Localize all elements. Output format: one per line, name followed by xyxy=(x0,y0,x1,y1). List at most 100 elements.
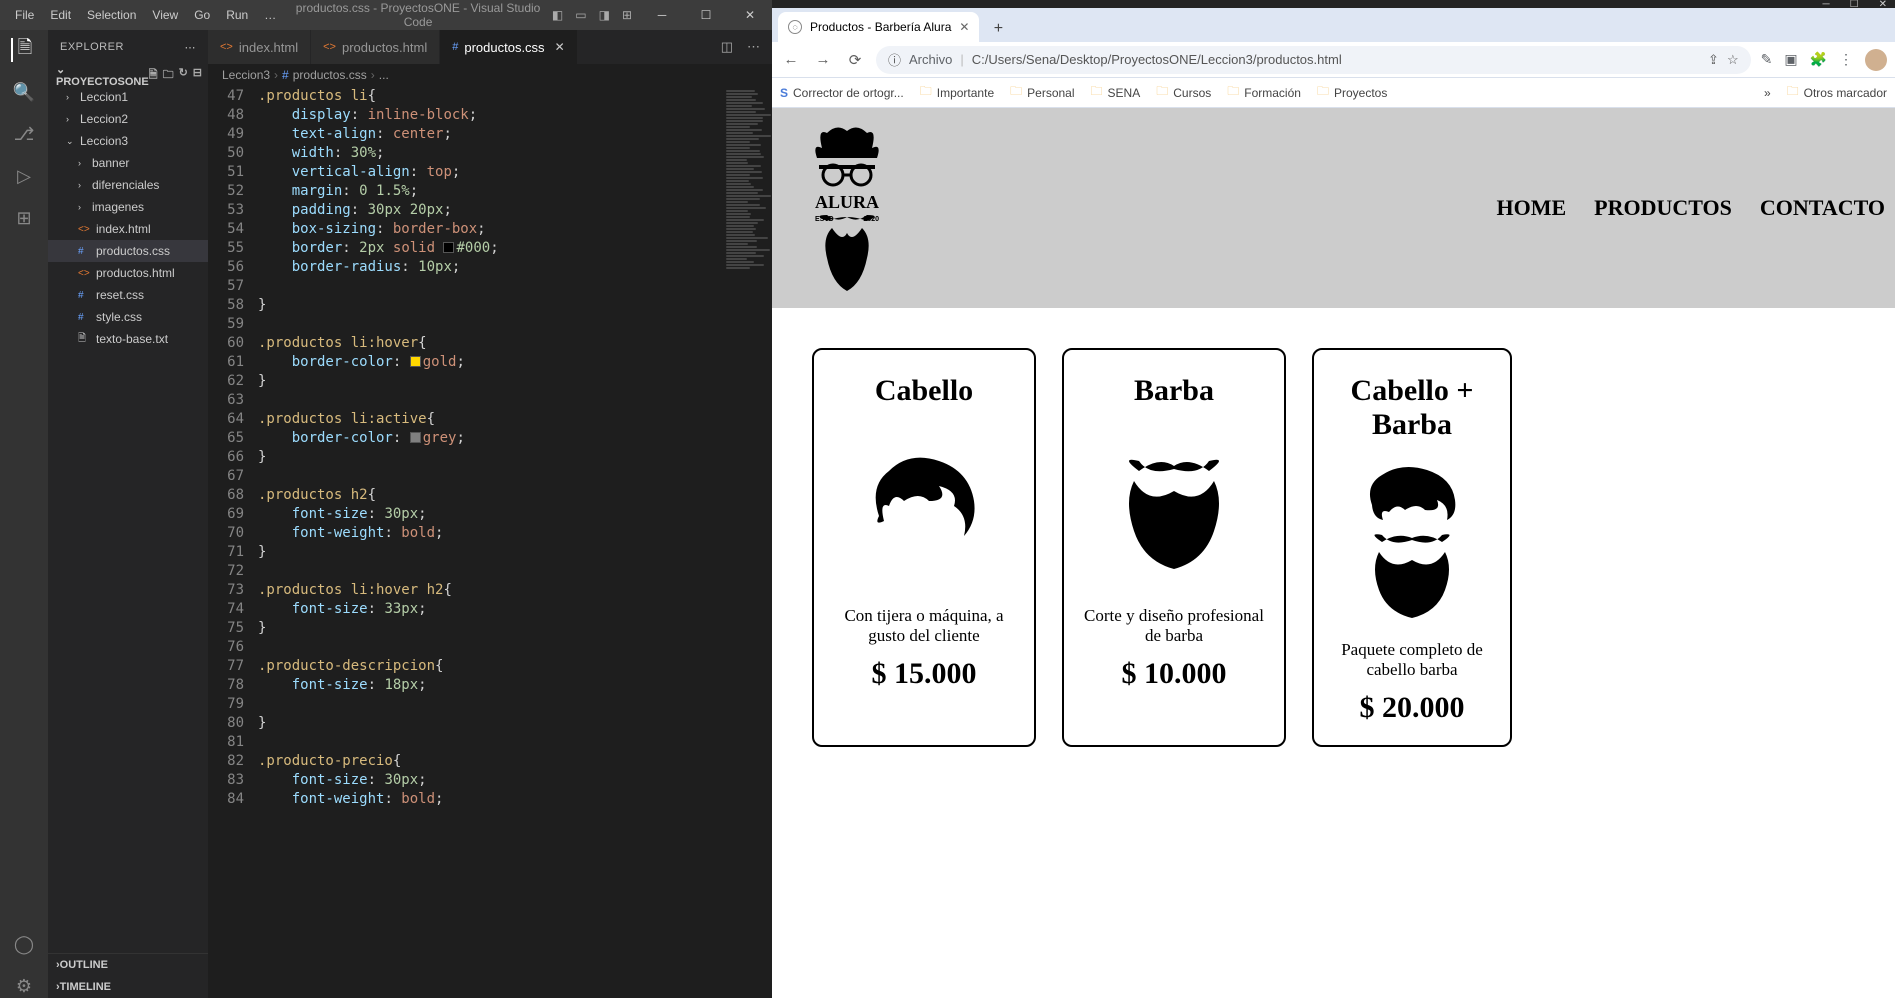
line-gutter: 4748495051525354555657585960616263646566… xyxy=(208,86,258,998)
product-image xyxy=(828,426,1020,586)
product-price: $ 15.000 xyxy=(828,657,1020,691)
folder-imagenes[interactable]: ›imagenes xyxy=(48,196,208,218)
profile-avatar[interactable] xyxy=(1865,49,1887,71)
layout-icon[interactable]: ◨ xyxy=(599,8,610,22)
browser-tabs: ◌ Productos - Barbería Alura ✕ + xyxy=(772,8,1895,42)
reload-button[interactable]: ⟳ xyxy=(844,51,866,69)
nav-menu: HOME PRODUCTOS CONTACTO xyxy=(1497,195,1886,221)
file-style[interactable]: #style.css xyxy=(48,306,208,328)
new-tab-button[interactable]: + xyxy=(985,16,1011,42)
layout-controls: ◧ ▭ ◨ ⊞ xyxy=(552,8,640,22)
folder-diferenciales[interactable]: ›diferenciales xyxy=(48,174,208,196)
menu-go[interactable]: Go xyxy=(187,4,217,26)
extensions-icon[interactable]: ⊞ xyxy=(12,206,36,230)
close-tab-icon[interactable]: ✕ xyxy=(555,40,565,54)
window-controls: ─ ☐ ✕ xyxy=(640,8,772,22)
menu-bar: File Edit Selection View Go Run … xyxy=(0,4,284,26)
menu-run[interactable]: Run xyxy=(219,4,255,26)
accounts-icon[interactable]: ◯ xyxy=(12,932,36,956)
layout-icon[interactable]: ◧ xyxy=(552,8,563,22)
address-bar[interactable]: ⓘ Archivo | C:/Users/Sena/Desktop/Proyec… xyxy=(876,46,1751,74)
file-productos-css[interactable]: #productos.css xyxy=(48,240,208,262)
bookmark-importante[interactable]: 🗀Importante xyxy=(920,82,994,103)
folder-leccion3[interactable]: ⌄Leccion3 xyxy=(48,130,208,152)
favicon-icon: ◌ xyxy=(788,20,802,34)
menu-selection[interactable]: Selection xyxy=(80,4,143,26)
back-button[interactable]: ← xyxy=(780,51,802,68)
menu-edit[interactable]: Edit xyxy=(43,4,78,26)
bookmark-corrector[interactable]: SCorrector de ortogr... xyxy=(780,86,904,100)
forward-button[interactable]: → xyxy=(812,51,834,68)
product-image xyxy=(1078,426,1270,586)
timeline-section[interactable]: › TIMELINE xyxy=(48,976,208,998)
browser-tab[interactable]: ◌ Productos - Barbería Alura ✕ xyxy=(778,12,979,42)
close-button[interactable]: ✕ xyxy=(728,8,772,22)
product-combo[interactable]: Cabello + Barba Paquete completo de cabe… xyxy=(1312,348,1512,747)
code-editor[interactable]: 4748495051525354555657585960616263646566… xyxy=(208,86,772,998)
tab-index[interactable]: <>index.html xyxy=(208,30,311,64)
chrome-menu-icon[interactable]: ⋮ xyxy=(1839,51,1853,68)
bookmarks-overflow-icon[interactable]: » xyxy=(1764,86,1771,100)
breadcrumb[interactable]: Leccion3› #productos.css› ... xyxy=(208,64,772,86)
file-productos-html[interactable]: <>productos.html xyxy=(48,262,208,284)
file-texto[interactable]: 🗎texto-base.txt xyxy=(48,328,208,350)
folder-leccion1[interactable]: ›Leccion1 xyxy=(48,86,208,108)
product-title: Cabello xyxy=(828,374,1020,408)
settings-icon[interactable]: ⚙ xyxy=(12,974,36,998)
split-editor-icon[interactable]: ◫ xyxy=(721,39,733,55)
nav-home[interactable]: HOME xyxy=(1497,195,1567,221)
file-index[interactable]: <>index.html xyxy=(48,218,208,240)
editor-tabs: <>index.html <>productos.html #productos… xyxy=(208,30,772,64)
extension-icon[interactable]: ✎ xyxy=(1761,51,1773,68)
close-tab-icon[interactable]: ✕ xyxy=(959,20,969,34)
tab-productos-html[interactable]: <>productos.html xyxy=(311,30,440,64)
browser-toolbar: ← → ⟳ ⓘ Archivo | C:/Users/Sena/Desktop/… xyxy=(772,42,1895,78)
explorer-more-icon[interactable]: ⋯ xyxy=(185,41,197,54)
menu-file[interactable]: File xyxy=(8,4,41,26)
info-icon[interactable]: ⓘ xyxy=(888,50,901,69)
bookmark-formacion[interactable]: 🗀Formación xyxy=(1227,82,1301,103)
minimap[interactable] xyxy=(722,86,772,998)
source-control-icon[interactable]: ⎇ xyxy=(12,122,36,146)
other-bookmarks[interactable]: 🗀Otros marcador xyxy=(1787,82,1887,103)
product-cabello[interactable]: Cabello Con tijera o máquina, a gusto de… xyxy=(812,348,1036,747)
menu-more[interactable]: … xyxy=(257,4,284,26)
maximize-button[interactable]: ☐ xyxy=(684,8,728,22)
logo: ALURA ESTD 2020 xyxy=(792,118,902,298)
outline-section[interactable]: › OUTLINE xyxy=(48,954,208,976)
new-file-icon[interactable]: 🗎 xyxy=(149,66,158,85)
product-desc: Con tijera o máquina, a gusto del client… xyxy=(828,606,1020,647)
new-folder-icon[interactable]: 🗀 xyxy=(163,66,174,85)
search-icon[interactable]: 🔍 xyxy=(12,80,36,104)
run-debug-icon[interactable]: ▷ xyxy=(12,164,36,188)
layout-icon[interactable]: ⊞ xyxy=(622,8,632,22)
star-icon[interactable]: ☆ xyxy=(1727,52,1739,68)
layout-icon[interactable]: ▭ xyxy=(575,8,586,22)
share-icon[interactable]: ⇪ xyxy=(1708,52,1719,68)
tab-more-icon[interactable]: ⋯ xyxy=(747,39,760,55)
bookmark-cursos[interactable]: 🗀Cursos xyxy=(1156,82,1211,103)
nav-productos[interactable]: PRODUCTOS xyxy=(1594,195,1732,221)
page-header: ALURA ESTD 2020 HOME PRODUCTOS CONTACTO xyxy=(772,108,1895,308)
file-reset[interactable]: #reset.css xyxy=(48,284,208,306)
minimize-button[interactable]: ─ xyxy=(640,8,684,22)
address-path: C:/Users/Sena/Desktop/ProyectosONE/Lecci… xyxy=(972,52,1342,67)
code-content[interactable]: .productos li{ display: inline-block; te… xyxy=(258,86,722,998)
project-header[interactable]: ⌄ PROYECTOSONE 🗎 🗀 ↻ ⊟ xyxy=(48,64,208,86)
extension-icon[interactable]: ▣ xyxy=(1784,51,1797,68)
window-title: productos.css - ProyectosONE - Visual St… xyxy=(284,1,552,29)
product-barba[interactable]: Barba Corte y diseño profesional de barb… xyxy=(1062,348,1286,747)
product-title: Barba xyxy=(1078,374,1270,408)
bookmark-sena[interactable]: 🗀SENA xyxy=(1091,82,1141,103)
bookmark-proyectos[interactable]: 🗀Proyectos xyxy=(1317,82,1387,103)
explorer-icon[interactable]: 🗎 xyxy=(11,38,35,62)
refresh-icon[interactable]: ↻ xyxy=(179,66,188,85)
folder-leccion2[interactable]: ›Leccion2 xyxy=(48,108,208,130)
bookmark-personal[interactable]: 🗀Personal xyxy=(1010,82,1074,103)
tab-productos-css[interactable]: #productos.css✕ xyxy=(440,30,577,64)
menu-view[interactable]: View xyxy=(145,4,185,26)
folder-banner[interactable]: ›banner xyxy=(48,152,208,174)
extensions-puzzle-icon[interactable]: 🧩 xyxy=(1810,51,1827,68)
collapse-icon[interactable]: ⊟ xyxy=(193,66,202,85)
nav-contacto[interactable]: CONTACTO xyxy=(1760,195,1885,221)
